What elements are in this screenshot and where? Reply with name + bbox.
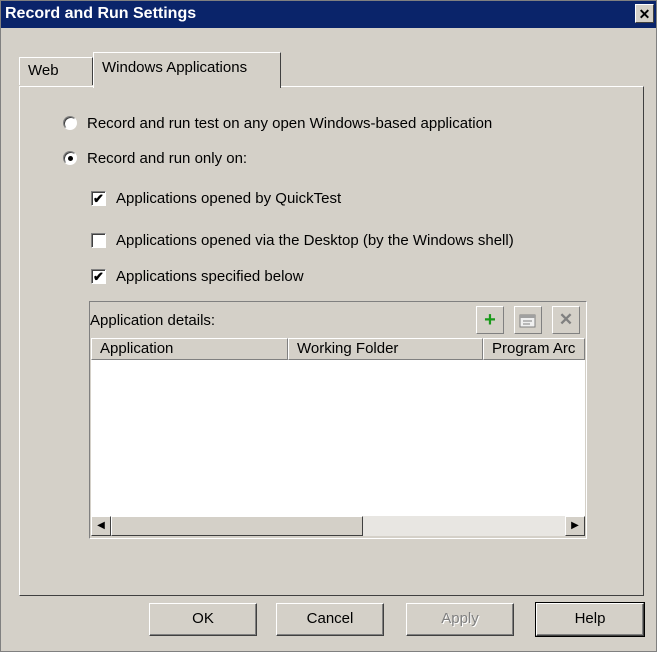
add-application-button[interactable]: +	[476, 306, 504, 334]
title-bar: Record and Run Settings ✕	[1, 1, 656, 28]
tab-web-label: Web	[28, 62, 59, 79]
radio-any-label: Record and run test on any open Windows-…	[87, 114, 493, 132]
tab-windows-applications[interactable]: Windows Applications	[93, 52, 281, 88]
column-header-program-arguments[interactable]: Program Arc	[483, 338, 585, 360]
delete-icon: ✕	[558, 310, 574, 329]
column-header-application[interactable]: Application	[91, 338, 288, 360]
scroll-left-icon: ◀	[97, 520, 105, 531]
checkbox-specified-label: Applications specified below	[116, 267, 304, 285]
checkbox-opened-via-desktop[interactable]: Applications opened via the Desktop (by …	[91, 230, 514, 250]
checkbox-desktop-label: Applications opened via the Desktop (by …	[116, 231, 514, 249]
horizontal-scrollbar[interactable]: ◀ ▶	[91, 516, 585, 536]
help-button[interactable]: Help	[535, 602, 645, 637]
checkbox-quicktest-label: Applications opened by QuickTest	[116, 189, 342, 207]
close-button[interactable]: ✕	[635, 4, 654, 23]
checkbox-specified-box[interactable]: ✔	[91, 268, 106, 284]
cancel-button[interactable]: Cancel	[276, 603, 384, 636]
tab-windows-applications-label: Windows Applications	[102, 59, 248, 76]
radio-only-indicator[interactable]	[63, 151, 77, 165]
application-details-label: Application details:	[90, 312, 216, 329]
edit-application-button[interactable]	[514, 306, 542, 334]
checkbox-specified-below[interactable]: ✔ Applications specified below	[91, 266, 304, 286]
scroll-thumb[interactable]	[111, 516, 363, 536]
radio-only-on[interactable]: Record and run only on:	[63, 148, 247, 168]
delete-application-button[interactable]: ✕	[552, 306, 580, 334]
window-title: Record and Run Settings	[5, 5, 197, 22]
application-details-group: Application details: + ✕ Application Wor…	[89, 301, 587, 539]
scroll-right-button[interactable]: ▶	[565, 516, 585, 536]
record-run-settings-dialog: Record and Run Settings ✕ Web Windows Ap…	[0, 0, 657, 652]
column-header-working-folder[interactable]: Working Folder	[288, 338, 483, 360]
radio-any-indicator[interactable]	[63, 116, 77, 130]
edit-icon	[519, 314, 536, 328]
checkbox-desktop-box[interactable]	[91, 232, 106, 248]
radio-only-label: Record and run only on:	[87, 149, 248, 167]
apply-button[interactable]: Apply	[406, 603, 514, 636]
checkbox-quicktest-box[interactable]: ✔	[91, 190, 106, 206]
radio-any-application[interactable]: Record and run test on any open Windows-…	[63, 113, 492, 133]
applications-list[interactable]: Application Working Folder Program Arc ◀…	[91, 338, 585, 536]
scroll-right-icon: ▶	[571, 520, 579, 531]
checkbox-opened-by-quicktest[interactable]: ✔ Applications opened by QuickTest	[91, 188, 341, 208]
ok-button[interactable]: OK	[149, 603, 257, 636]
scroll-left-button[interactable]: ◀	[91, 516, 111, 536]
tab-web[interactable]: Web	[19, 57, 93, 85]
add-icon: +	[484, 309, 496, 331]
